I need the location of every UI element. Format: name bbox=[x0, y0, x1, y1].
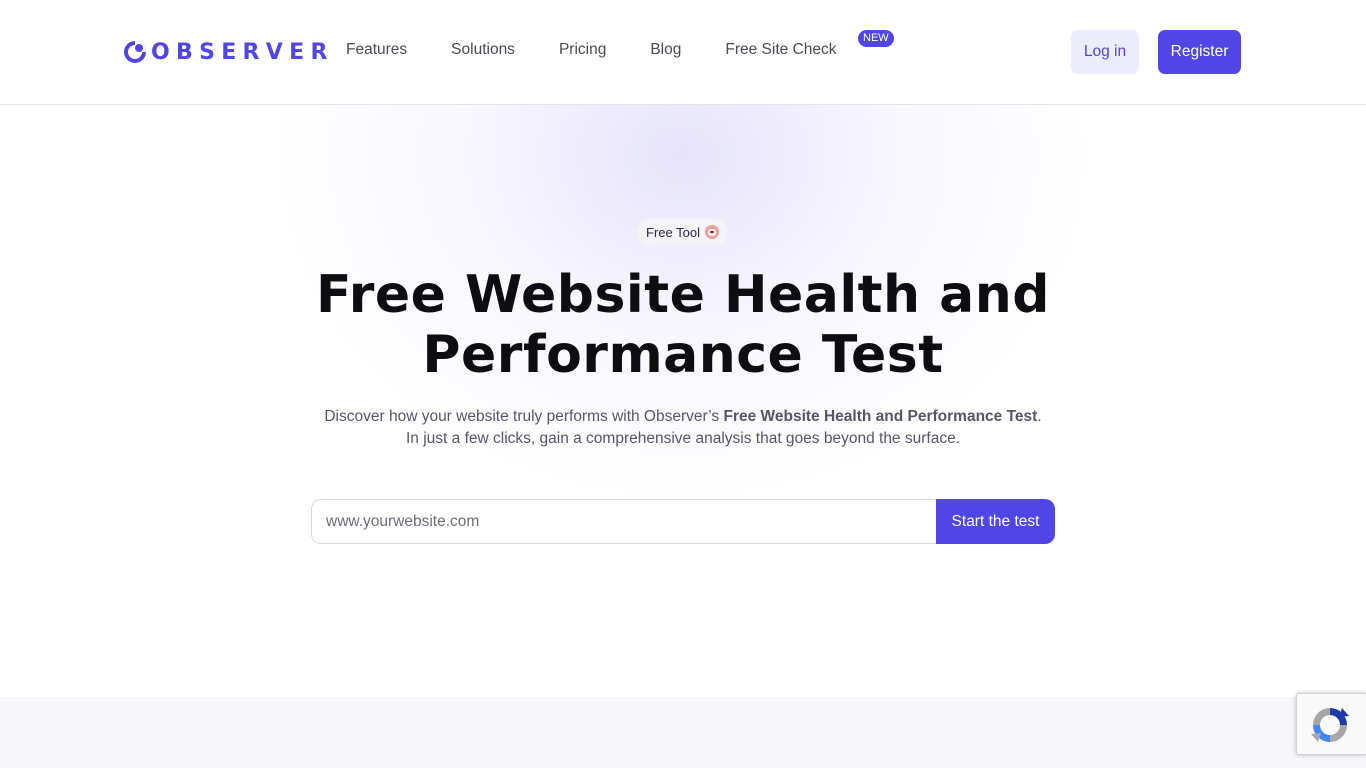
nav-item-pricing[interactable]: Pricing bbox=[559, 41, 606, 59]
next-section-band bbox=[0, 697, 1366, 768]
subtitle-text-end: . bbox=[1037, 408, 1042, 425]
recaptcha-badge[interactable] bbox=[1296, 693, 1366, 755]
login-button[interactable]: Log in bbox=[1071, 30, 1139, 74]
start-test-button[interactable]: Start the test bbox=[936, 499, 1055, 544]
subtitle-bold-text: Free Website Health and Performance Test bbox=[723, 408, 1038, 425]
logo-mark-icon bbox=[124, 41, 146, 63]
hero-section: Free Tool Free Website Health and Perfor… bbox=[0, 105, 1366, 697]
dog-face-icon bbox=[704, 225, 719, 239]
free-tool-label: Free Tool bbox=[646, 224, 700, 240]
nav-item-solutions[interactable]: Solutions bbox=[451, 41, 515, 59]
hero-subtitle: Discover how your website truly performs… bbox=[283, 406, 1083, 450]
website-url-input[interactable] bbox=[311, 499, 936, 544]
register-button[interactable]: Register bbox=[1158, 30, 1241, 74]
page-title: Free Website Health and Performance Test bbox=[316, 265, 1050, 385]
free-tool-pill: Free Tool bbox=[637, 219, 728, 245]
nav-item-features[interactable]: Features bbox=[346, 41, 407, 59]
new-badge: NEW bbox=[858, 30, 894, 47]
website-test-form: Start the test bbox=[311, 499, 1055, 544]
nav-item-blog[interactable]: Blog bbox=[650, 41, 681, 59]
subtitle-line-2: In just a few clicks, gain a comprehensi… bbox=[406, 430, 960, 447]
main-nav: Features Solutions Pricing Blog Free Sit… bbox=[346, 30, 894, 60]
logo-text: OBSERVER bbox=[151, 39, 334, 65]
site-header: OBSERVER Features Solutions Pricing Blog… bbox=[0, 0, 1366, 105]
observer-logo[interactable]: OBSERVER bbox=[124, 38, 334, 66]
recaptcha-icon bbox=[1311, 708, 1349, 742]
nav-item-free-site-check[interactable]: Free Site Check bbox=[725, 41, 836, 59]
subtitle-text-start: Discover how your website truly performs… bbox=[324, 408, 724, 425]
